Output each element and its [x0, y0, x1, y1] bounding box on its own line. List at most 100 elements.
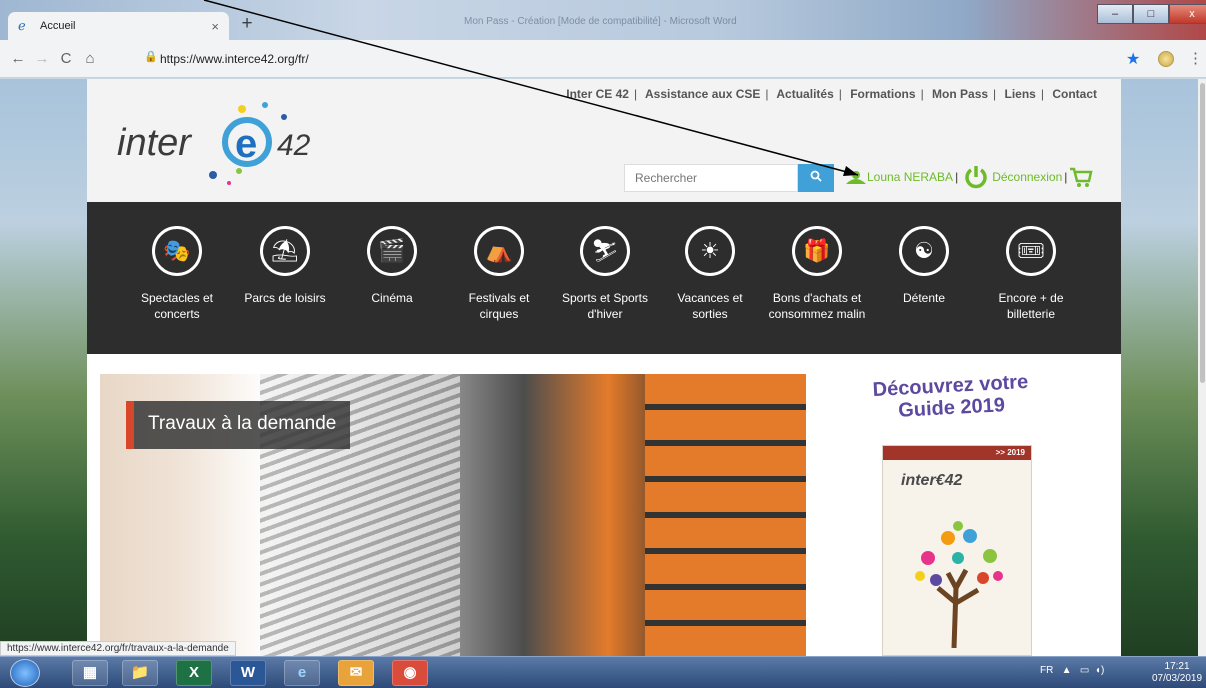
search-icon	[810, 170, 822, 182]
category-detente[interactable]: ☯ Détente	[874, 226, 974, 306]
search-button[interactable]	[798, 164, 834, 192]
logo-42: 42	[277, 129, 311, 162]
category-label: Détente	[902, 291, 946, 305]
user-icon	[846, 171, 866, 184]
nav-assistance-cse[interactable]: Assistance aux CSE	[645, 87, 760, 101]
category-spectacles[interactable]: 🎭 Spectacles et concerts	[127, 226, 227, 322]
browser-toolbar: ← → C ⌂ 🔒 https://www.interce42.org/fr/ …	[0, 40, 1206, 78]
category-label: Parcs de loisirs	[244, 291, 326, 305]
bookmark-star-icon[interactable]: ★	[1126, 49, 1140, 69]
chrome-icon[interactable]: ◉	[392, 660, 428, 686]
page-viewport: inter e 42 Inter CE 42 | Assistance aux C…	[0, 79, 1206, 656]
browser-menu-icon[interactable]: ⋮	[1188, 49, 1203, 67]
address-bar[interactable]: 🔒 https://www.interce42.org/fr/	[138, 48, 1108, 70]
clock-date: 07/03/2019	[1152, 673, 1203, 684]
category-bons-achats[interactable]: 🎁 Bons d'achats et consommez malin	[767, 226, 867, 322]
language-indicator[interactable]: FR	[1040, 665, 1053, 676]
browser-tab-bar: ℯ Accueil × + Mon Pass - Création [Mode …	[0, 0, 1206, 40]
guide-band: >> 2019	[883, 446, 1031, 460]
hero-slider[interactable]: Travaux à la demande	[100, 374, 806, 656]
logo-ce: e	[235, 122, 257, 166]
user-name-link[interactable]: Louna NERABA	[867, 170, 953, 184]
minimize-button[interactable]: –	[1097, 4, 1133, 24]
user-area: Louna NERABA | Déconnexion |	[845, 161, 1093, 193]
guide-logo: inter€42	[901, 472, 963, 489]
theater-icon: 🎭	[152, 226, 202, 276]
logo-text: inter	[117, 122, 192, 164]
system-tray: FR ▲ ▭ ◖)	[1040, 665, 1104, 676]
nav-mon-pass[interactable]: Mon Pass	[932, 87, 988, 101]
tray-expand-icon[interactable]: ▲	[1056, 665, 1077, 676]
close-window-button[interactable]: x	[1169, 4, 1206, 24]
category-label: Spectacles et concerts	[140, 291, 214, 321]
windows-taskbar: ▦ 📁 X W e ✉ ◉ FR ▲ ▭ ◖) 17:21 07/03/2019	[0, 656, 1206, 688]
category-label: Bons d'achats et consommez malin	[768, 291, 866, 321]
outlook-icon[interactable]: ✉	[338, 660, 374, 686]
category-cinema[interactable]: 🎬 Cinéma	[342, 226, 442, 306]
clapperboard-icon: 🎬	[367, 226, 417, 276]
new-tab-button[interactable]: +	[235, 13, 259, 37]
guide-cover[interactable]: >> 2019 inter€42	[882, 445, 1032, 656]
start-button[interactable]	[10, 659, 40, 687]
clock-time: 17:21	[1164, 661, 1190, 672]
hero-caption[interactable]: Travaux à la demande	[126, 401, 351, 449]
tab-close-icon[interactable]: ×	[211, 19, 219, 34]
file-explorer-icon[interactable]: 📁	[122, 660, 158, 686]
tree-illustration	[915, 521, 1003, 648]
background-window-title: Mon Pass - Création [Mode de compatibili…	[464, 16, 737, 27]
search-input[interactable]	[624, 164, 798, 192]
volume-icon[interactable]: ◖)	[1092, 665, 1104, 676]
favicon-icon: ℯ	[18, 18, 26, 33]
back-arrow-icon[interactable]: ←	[8, 49, 28, 69]
nav-formations[interactable]: Formations	[850, 87, 915, 101]
category-billetterie[interactable]: 🎟 Encore + de billetterie	[981, 226, 1081, 322]
nav-inter-ce-42[interactable]: Inter CE 42	[566, 87, 629, 101]
guide-heading[interactable]: Découvrez votre Guide 2019	[850, 370, 1052, 424]
gift-icon: 🎁	[792, 226, 842, 276]
internet-explorer-icon[interactable]: e	[284, 660, 320, 686]
category-parcs[interactable]: ⛱ Parcs de loisirs	[235, 226, 335, 306]
meditation-icon: ☯	[899, 226, 949, 276]
site-header: inter e 42 Inter CE 42 | Assistance aux C…	[87, 79, 1121, 202]
tab-accueil[interactable]: ℯ Accueil ×	[8, 12, 229, 40]
circus-tent-icon: ⛺	[474, 226, 524, 276]
category-navigation: 🎭 Spectacles et concerts ⛱ Parcs de lois…	[87, 202, 1121, 354]
beach-icon: ☀	[685, 226, 735, 276]
top-navigation: Inter CE 42 | Assistance aux CSE | Actuali…	[566, 87, 1097, 101]
forward-arrow-icon[interactable]: →	[32, 49, 52, 69]
clock[interactable]: 17:21 07/03/2019	[1152, 661, 1202, 685]
category-vacances[interactable]: ☀ Vacances et sorties	[660, 226, 760, 322]
category-label: Festivals et cirques	[468, 291, 530, 321]
category-label: Cinéma	[371, 291, 413, 305]
category-festivals[interactable]: ⛺ Festivals et cirques	[449, 226, 549, 322]
category-label: Vacances et sorties	[677, 291, 743, 321]
tab-title: Accueil	[40, 20, 76, 32]
nav-liens[interactable]: Liens	[1005, 87, 1036, 101]
lock-icon: 🔒	[144, 51, 158, 63]
carousel-icon: ⛱	[260, 226, 310, 276]
address-url: https://www.interce42.org/fr/	[160, 52, 309, 66]
nav-contact[interactable]: Contact	[1052, 87, 1097, 101]
category-sports[interactable]: ⛷ Sports et Sports d'hiver	[555, 226, 655, 322]
word-icon[interactable]: W	[230, 660, 266, 686]
ticket-icon: 🎟	[1006, 226, 1056, 276]
status-bar-url: https://www.interce42.org/fr/travaux-a-l…	[0, 641, 236, 656]
interce42-logo[interactable]: inter e 42	[117, 97, 357, 187]
window-controls: – □ x	[1097, 4, 1206, 24]
skier-icon: ⛷	[580, 226, 630, 276]
nav-actualites[interactable]: Actualités	[776, 87, 833, 101]
extension-icon[interactable]	[1158, 51, 1174, 67]
cart-icon[interactable]	[1069, 165, 1093, 189]
power-icon	[965, 166, 987, 189]
calculator-icon[interactable]: ▦	[72, 660, 108, 686]
category-label: Sports et Sports d'hiver	[561, 291, 649, 321]
excel-icon[interactable]: X	[176, 660, 212, 686]
scrollbar-thumb[interactable]	[1200, 83, 1205, 383]
home-icon[interactable]: ⌂	[80, 49, 100, 69]
category-label: Encore + de billetterie	[998, 291, 1064, 321]
hero-image-folders	[645, 374, 806, 656]
logout-link[interactable]: Déconnexion	[992, 170, 1062, 184]
network-icon[interactable]: ▭	[1080, 665, 1089, 676]
reload-icon[interactable]: C	[56, 49, 76, 69]
maximize-button[interactable]: □	[1133, 4, 1169, 24]
